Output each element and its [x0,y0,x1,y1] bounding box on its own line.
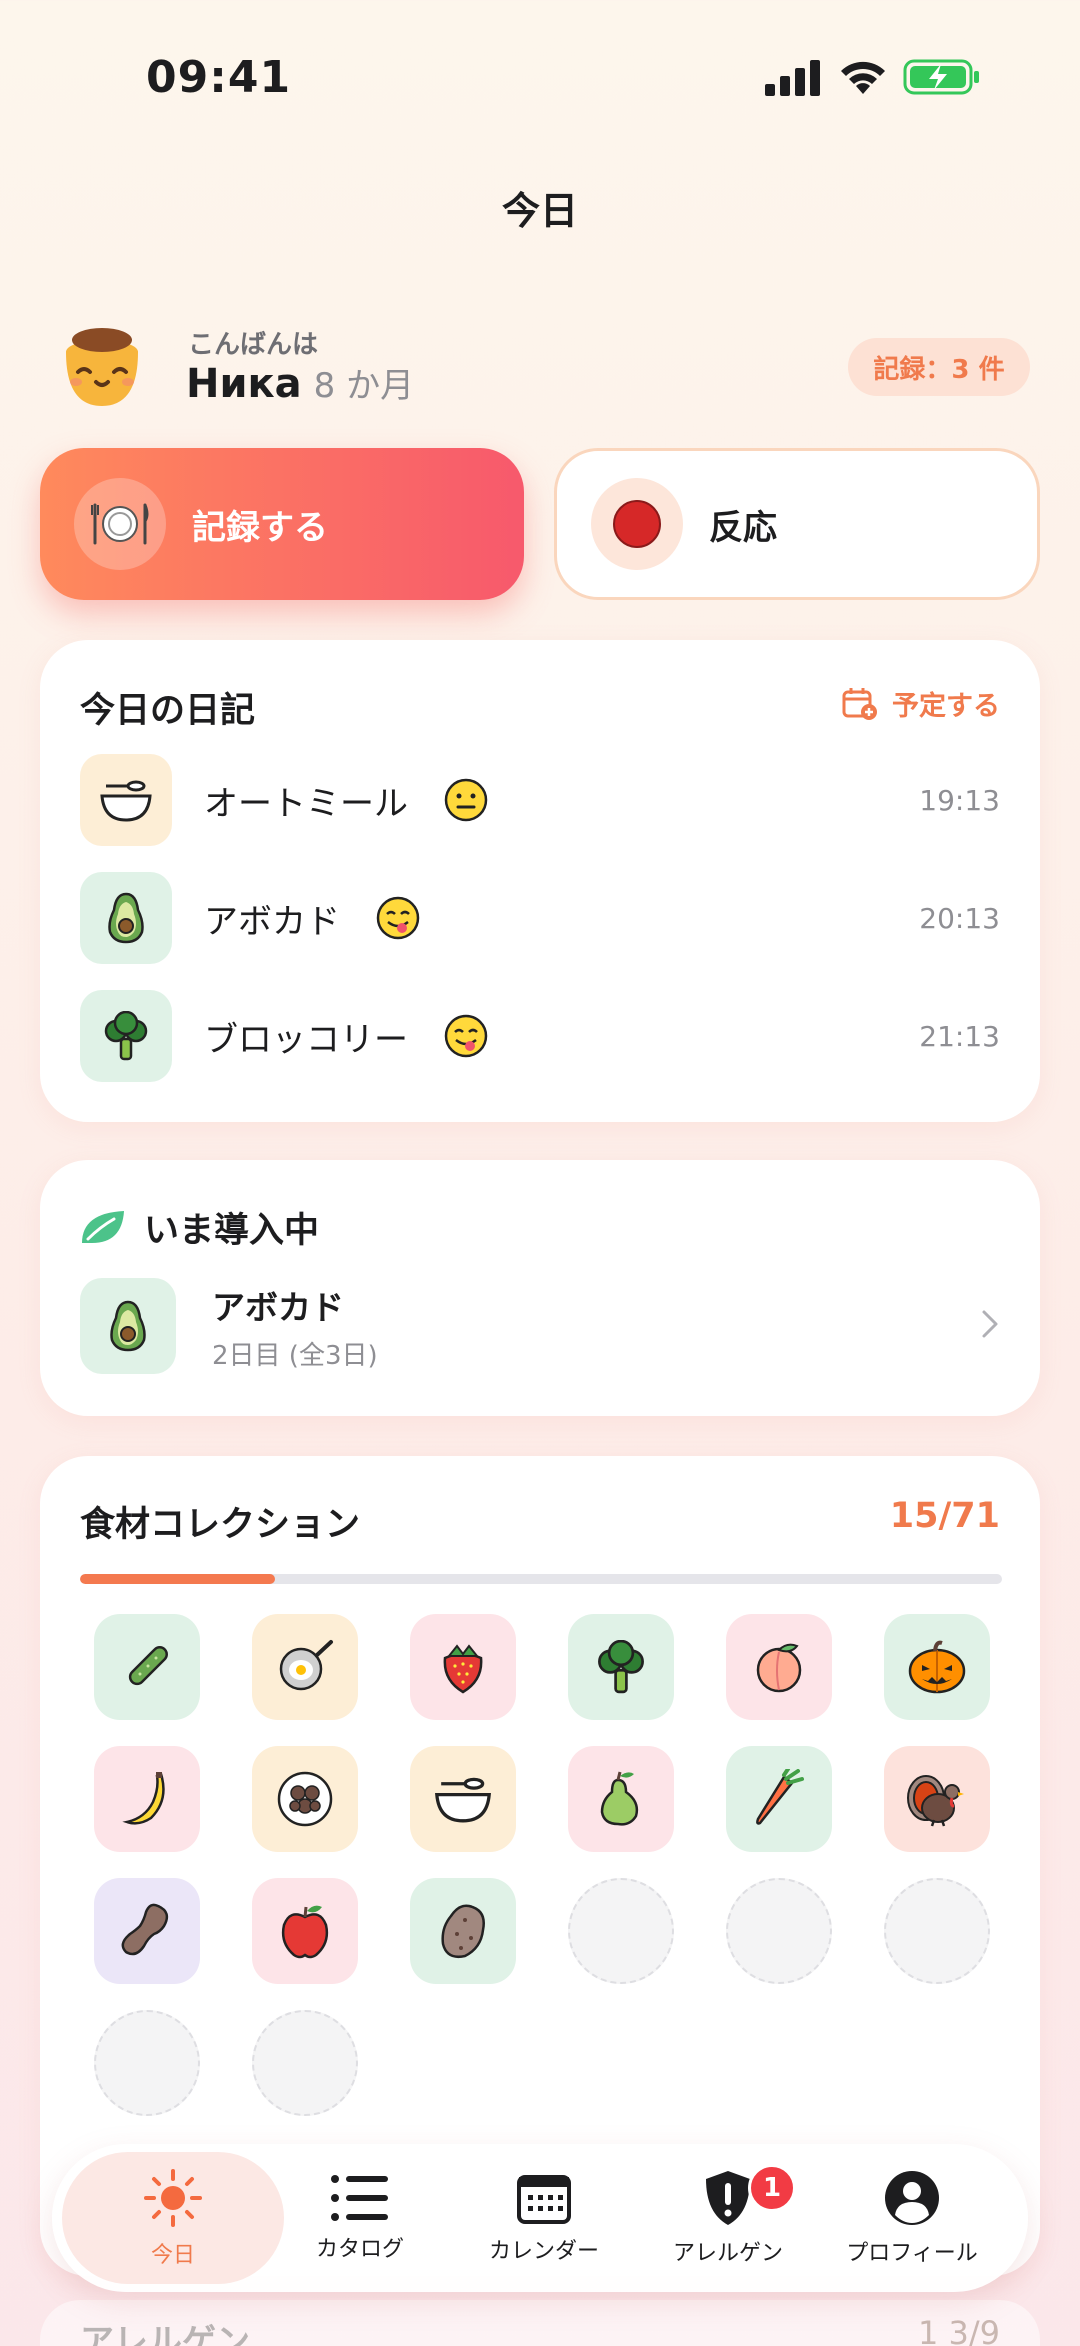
leaf-icon [82,1210,124,1243]
allergen-card-preview: アレルゲン 1 3/9 [40,2300,1040,2346]
introducing-food-name: アボカド [212,1287,344,1327]
schedule-label: 予定する [892,691,1000,722]
baby-age: 8 か月 [313,366,415,406]
diary-entry[interactable]: オートミール 19:13 [80,754,1000,846]
greeting-text: こんばんは [188,330,319,360]
tab-bar: 今日 カタログ カレンダー アレルゲン 1 プロフィール [52,2144,1028,2292]
empty-collection-slot[interactable] [252,2010,358,2116]
empty-collection-slot[interactable] [568,1878,674,1984]
tab-today-label: 今日 [150,2243,195,2268]
collection-progress-bar [80,1574,1002,1584]
potato-icon[interactable] [410,1878,516,1984]
diary-entry[interactable]: ブロッコリー 21:13 [80,990,1000,1082]
diary-food-name: ブロッコリー [204,1019,408,1060]
record-button[interactable]: 記録する [40,448,524,600]
broccoli-icon [80,990,172,1082]
record-button-label: 記録する [192,507,328,548]
introducing-item[interactable]: アボカド 2日目 (全3日) [80,1278,1000,1374]
collection-progress-fill [80,1574,275,1584]
profile-icon [885,2171,939,2225]
battery-charging-icon [903,59,979,95]
collection-count: 15/71 [889,1496,1000,1536]
beans-plate-icon[interactable] [252,1746,358,1852]
banana-icon[interactable] [94,1746,200,1852]
reaction-button-label: 反応 [709,507,777,548]
schedule-button[interactable]: 予定する [842,684,1000,723]
yum-face-icon [444,1014,488,1058]
pear-icon[interactable] [568,1746,674,1852]
pudding-avatar-icon[interactable] [56,322,148,406]
record-dot-icon [591,478,683,570]
diary-time: 21:13 [919,1019,1000,1053]
tab-calendar[interactable]: カレンダー [452,2152,636,2284]
introducing-title: いま導入中 [144,1211,320,1251]
introducing-progress: 2日目 (全3日) [212,1340,378,1371]
diary-title: 今日の日記 [80,691,256,731]
tab-calendar-label: カレンダー [488,2239,599,2264]
baby-name-text: Ника [186,361,302,407]
diary-time: 20:13 [919,901,1000,935]
plate-cutlery-icon [74,478,166,570]
wifi-icon [841,61,885,94]
collection-grid [94,1614,994,2116]
avocado-icon [80,1278,176,1374]
shield-alert-icon [706,2171,750,2225]
peach-icon[interactable] [726,1614,832,1720]
neutral-face-icon [444,778,488,822]
introducing-header: いま導入中 [80,1202,319,1253]
cellular-signal-icon [765,60,820,96]
empty-collection-slot[interactable] [726,1878,832,1984]
turkey-icon[interactable] [884,1746,990,1852]
records-count-badge: 記録：3 件 [848,338,1030,396]
calendar-icon [517,2175,571,2224]
allergen-card-count: 1 3/9 [917,2314,1000,2346]
allergen-card-title: アレルゲン [80,2322,250,2346]
introducing-card: いま導入中 アボカド 2日目 (全3日) [40,1160,1040,1416]
fried-egg-icon[interactable] [252,1614,358,1720]
bowl-icon[interactable] [410,1746,516,1852]
baby-name[interactable]: Ника 8 か月 [186,358,414,407]
diary-food-name: オートミール [204,783,408,824]
cucumber-icon[interactable] [94,1614,200,1720]
chevron-right-icon [982,1310,998,1338]
avocado-icon [80,872,172,964]
status-bar: 09:41 [0,0,1080,150]
carrot-icon[interactable] [726,1746,832,1852]
strawberry-icon[interactable] [410,1614,516,1720]
calendar-add-icon [842,687,877,720]
tab-profile-label: プロフィール [846,2241,978,2266]
tab-today[interactable]: 今日 [62,2152,284,2284]
tab-allergen-label: アレルゲン [672,2241,783,2266]
pumpkin-icon[interactable] [884,1614,990,1720]
tab-allergen[interactable]: アレルゲン 1 [636,2152,820,2284]
today-diary-card: 今日の日記 予定する オートミール 19:13 アボカド 20:13 ブロッコリ… [40,640,1040,1122]
bowl-icon [80,754,172,846]
tab-catalog-label: カタログ [315,2237,404,2262]
tab-catalog[interactable]: カタログ [268,2152,452,2284]
peanut-icon[interactable] [94,1878,200,1984]
reaction-button[interactable]: 反応 [554,448,1040,600]
allergen-badge: 1 [748,2164,796,2212]
diary-time: 19:13 [919,783,1000,817]
yum-face-icon [376,896,420,940]
list-icon [331,2175,388,2221]
diary-entry[interactable]: アボカド 20:13 [80,872,1000,964]
sun-icon [144,2169,202,2227]
apple-icon[interactable] [252,1878,358,1984]
empty-collection-slot[interactable] [94,2010,200,2116]
broccoli-icon[interactable] [568,1614,674,1720]
tab-profile[interactable]: プロフィール [820,2152,1004,2284]
page-title: 今日 [501,189,578,233]
status-time: 09:41 [146,52,292,103]
collection-title: 食材コレクション [80,1505,361,1545]
diary-food-name: アボカド [204,901,340,942]
empty-collection-slot[interactable] [884,1878,990,1984]
